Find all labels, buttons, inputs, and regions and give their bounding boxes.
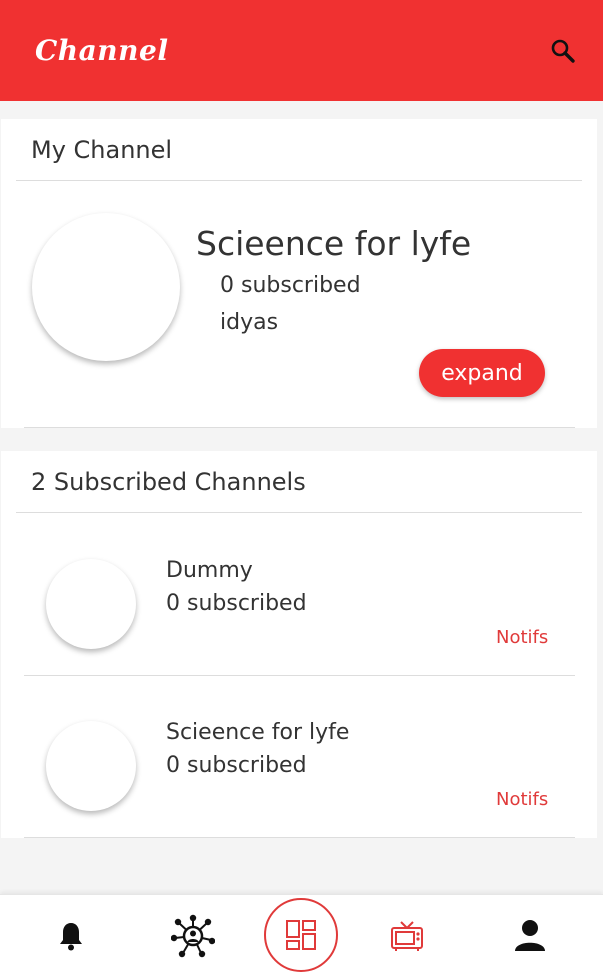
my-channel-username: idyas xyxy=(220,310,279,335)
app-title: Channel xyxy=(35,34,169,67)
channel-name[interactable]: Dummy xyxy=(166,558,253,583)
channel-avatar[interactable] xyxy=(46,721,136,811)
bottom-navigation xyxy=(0,894,603,979)
tv-icon xyxy=(391,921,423,951)
channel-subscribers: 0 subscribed xyxy=(166,753,307,778)
nav-tv[interactable] xyxy=(388,917,426,955)
my-channel-divider xyxy=(24,427,575,428)
notifs-link[interactable]: Notifs xyxy=(496,627,548,648)
expand-button[interactable]: expand xyxy=(419,349,545,397)
notifs-link[interactable]: Notifs xyxy=(496,789,548,810)
app-bar: Channel xyxy=(0,0,603,101)
channel-name[interactable]: Scieence for lyfe xyxy=(166,720,349,745)
subscribed-channels-title: 2 Subscribed Channels xyxy=(31,467,306,496)
channel-avatar[interactable] xyxy=(46,559,136,649)
nav-network[interactable] xyxy=(170,913,216,959)
list-divider xyxy=(24,837,575,838)
channel-subscribers: 0 subscribed xyxy=(166,591,307,616)
nav-notifications[interactable] xyxy=(50,915,92,957)
my-channel-title: My Channel xyxy=(31,135,173,164)
subscribed-channels-header: 2 Subscribed Channels xyxy=(16,451,582,513)
my-channel-header: My Channel xyxy=(16,119,582,181)
list-divider xyxy=(24,675,575,676)
nav-dashboard[interactable] xyxy=(264,898,338,972)
nav-profile[interactable] xyxy=(510,915,550,955)
search-icon xyxy=(551,39,575,63)
my-channel-avatar[interactable] xyxy=(32,213,180,361)
dashboard-icon xyxy=(286,920,316,950)
search-button[interactable] xyxy=(547,35,579,67)
bell-icon xyxy=(60,923,82,951)
my-channel-subscribers: 0 subscribed xyxy=(220,273,361,298)
profile-icon xyxy=(515,920,545,951)
my-channel-name: Scieence for lyfe xyxy=(196,224,472,263)
network-icon xyxy=(171,914,215,958)
